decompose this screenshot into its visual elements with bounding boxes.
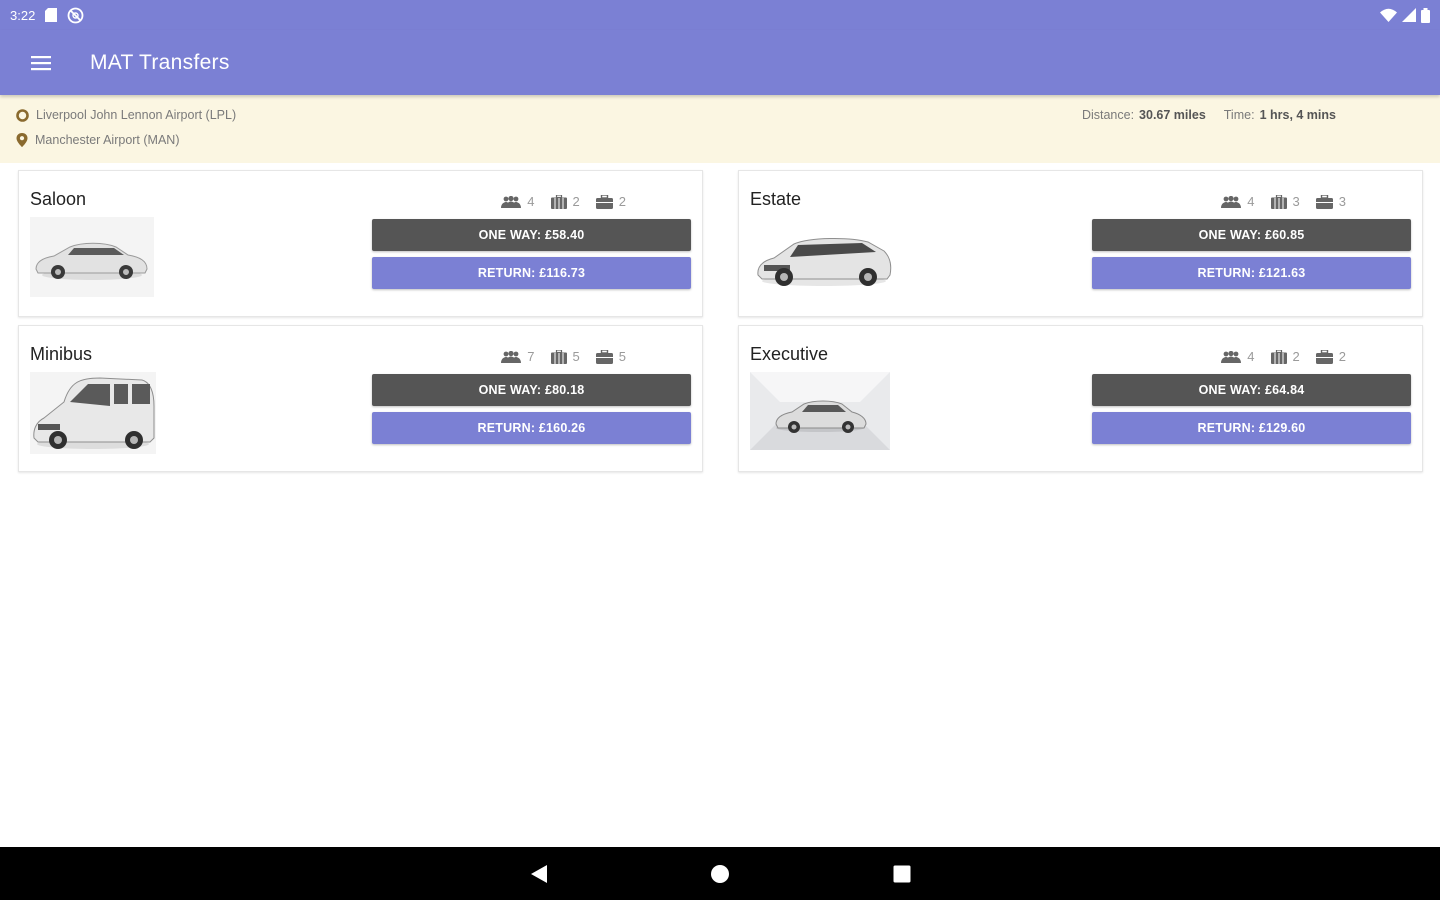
small-bag-count: 5 [618,349,626,364]
large-luggage-icon [1270,194,1287,209]
app-screen: 3:22 MAT Transfers Liverpool John Lennon… [0,0,1440,900]
one-way-button[interactable]: ONE WAY: £80.18 [372,374,691,406]
distance-value: 30.67 miles [1139,108,1206,122]
route-summary: Liverpool John Lennon Airport (LPL) Manc… [0,95,1440,163]
passenger-count: 7 [527,349,535,364]
route-meta: Distance: 30.67 miles Time: 1 hrs, 4 min… [1082,108,1336,122]
dropoff-location: Manchester Airport (MAN) [35,133,180,147]
executive-photo [750,372,890,450]
time-label: Time: [1223,108,1255,122]
app-bar: MAT Transfers [0,30,1440,95]
vehicle-card-saloon[interactable]: Saloon 4 2 2 ONE WAY: £58.40 RETURN: £11… [18,170,703,317]
small-bag-count: 2 [618,194,626,209]
small-luggage-icon [1315,194,1333,209]
passenger-count: 4 [1247,194,1255,209]
vehicle-card-minibus[interactable]: Minibus 7 5 5 ONE WAY: £80.18 RETURN: £1… [18,325,703,472]
hamburger-menu-icon [31,55,51,70]
vehicle-name: Estate [750,189,802,209]
large-bag-count: 2 [1292,349,1300,364]
vehicle-card-executive[interactable]: Executive 4 2 2 ONE WAY: £64.84 RETURN: … [738,325,1423,472]
minibus-photo [30,372,156,454]
home-button[interactable] [707,861,733,887]
small-bag-count: 2 [1338,349,1346,364]
large-luggage-icon [550,194,567,209]
distance-label: Distance: [1081,108,1135,122]
return-button[interactable]: RETURN: £121.63 [1092,257,1411,289]
return-button[interactable]: RETURN: £129.60 [1092,412,1411,444]
vehicle-name: Minibus [30,344,93,364]
time-value: 1 hrs, 4 mins [1259,108,1336,122]
wifi-icon [1380,8,1397,22]
pickup-row: Liverpool John Lennon Airport (LPL) [16,108,236,122]
large-luggage-icon [550,349,567,364]
large-bag-count: 2 [572,194,580,209]
passengers-icon [501,350,522,363]
vehicle-card-estate[interactable]: Estate 4 3 3 ONE WAY: £60.85 RETURN: £12… [738,170,1423,317]
app-title: MAT Transfers [90,50,230,74]
estate-photo [750,217,894,297]
passenger-count: 4 [1247,349,1255,364]
one-way-button[interactable]: ONE WAY: £60.85 [1092,219,1411,251]
sd-card-icon [45,8,58,22]
recents-icon [893,865,911,883]
back-button[interactable] [526,861,552,887]
return-button[interactable]: RETURN: £160.26 [372,412,691,444]
vehicle-name: Saloon [30,189,87,209]
recents-button[interactable] [889,861,915,887]
capacity-info: 4 3 3 [1213,194,1346,209]
system-nav-bar [0,847,1440,900]
saloon-photo [30,217,154,297]
large-luggage-icon [1270,349,1287,364]
sync-disabled-icon [67,7,84,23]
return-button[interactable]: RETURN: £116.73 [372,257,691,289]
small-luggage-icon [595,194,613,209]
status-time: 3:22 [10,7,36,23]
capacity-info: 4 2 2 [1213,349,1346,364]
menu-button[interactable] [19,41,63,85]
capacity-info: 7 5 5 [493,349,626,364]
battery-icon [1421,7,1430,23]
passengers-icon [1221,350,1242,363]
status-bar: 3:22 [0,0,1440,30]
back-icon [531,865,547,883]
small-bag-count: 3 [1338,194,1346,209]
large-bag-count: 5 [572,349,580,364]
small-luggage-icon [1315,349,1333,364]
one-way-button[interactable]: ONE WAY: £64.84 [1092,374,1411,406]
pickup-location: Liverpool John Lennon Airport (LPL) [36,108,237,122]
capacity-info: 4 2 2 [493,194,626,209]
home-icon [711,865,729,883]
dropoff-pin-icon [16,133,28,147]
large-bag-count: 3 [1292,194,1300,209]
pickup-marker-icon [16,108,29,122]
vehicle-name: Executive [750,344,829,364]
cell-signal-icon [1402,8,1416,22]
dropoff-row: Manchester Airport (MAN) [16,133,179,147]
passengers-icon [1221,195,1242,208]
passengers-icon [501,195,522,208]
passenger-count: 4 [527,194,535,209]
one-way-button[interactable]: ONE WAY: £58.40 [372,219,691,251]
small-luggage-icon [595,349,613,364]
